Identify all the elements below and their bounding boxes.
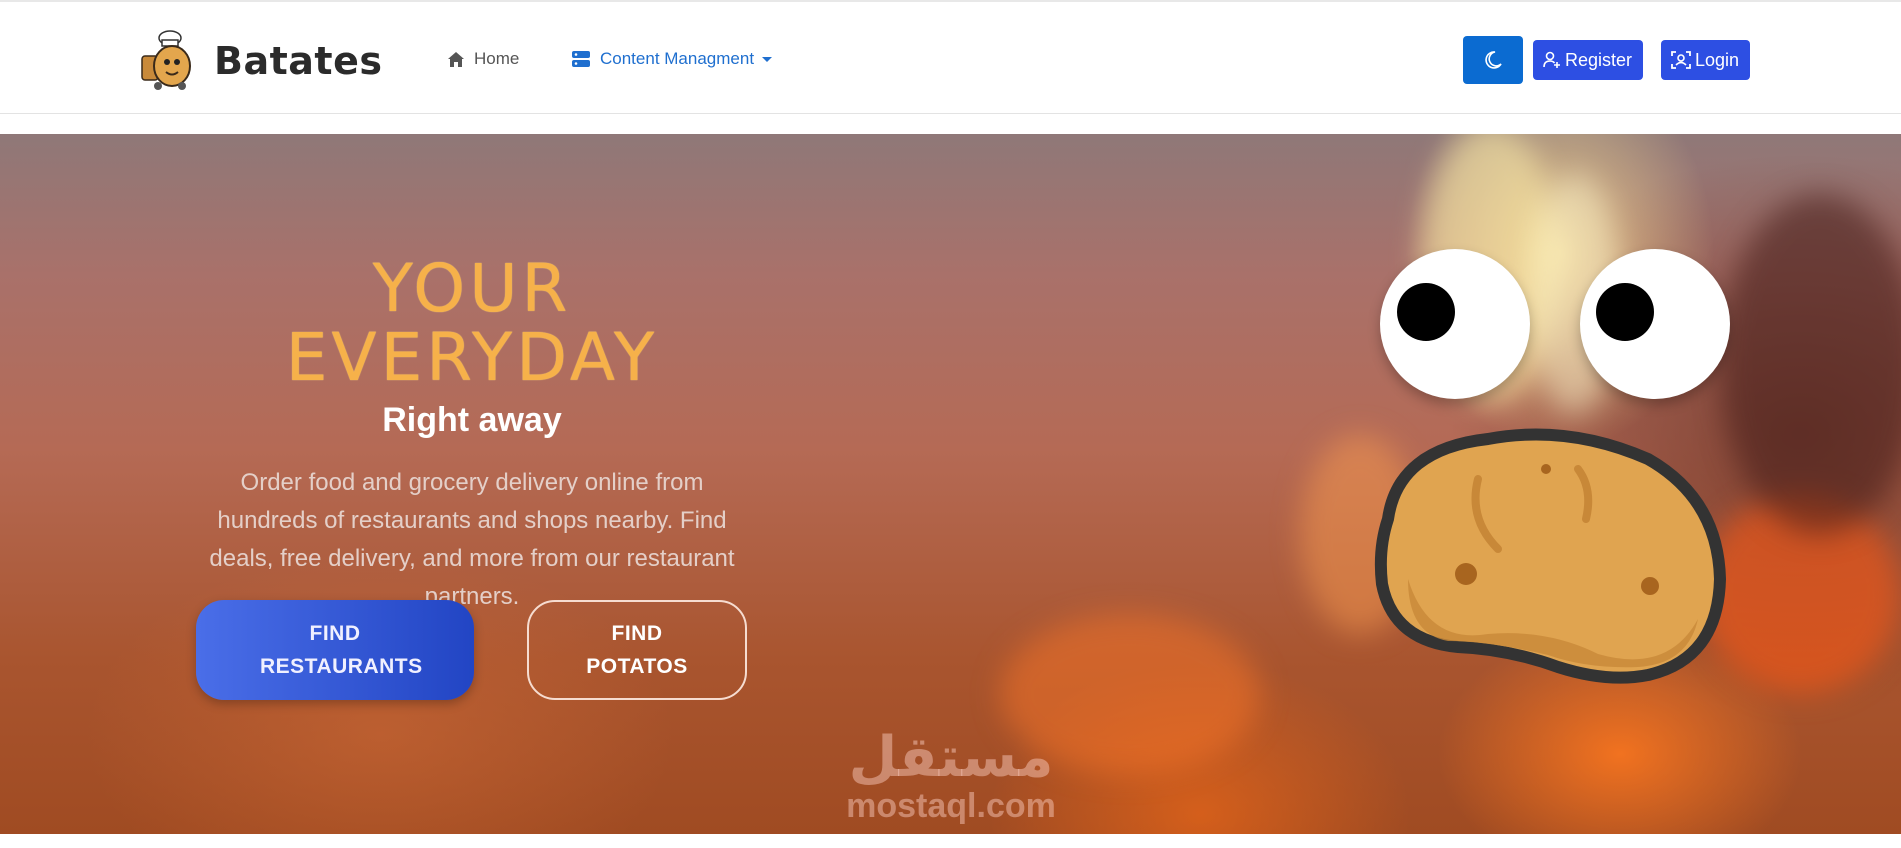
register-label: Register <box>1565 49 1633 70</box>
find-restaurants-button[interactable]: FIND RESTAURANTS <box>196 600 474 700</box>
user-scan-icon <box>1671 51 1691 69</box>
watermark-arabic: مستقل <box>848 725 1054 790</box>
nav-home-label: Home <box>474 49 520 68</box>
login-label: Login <box>1695 49 1740 70</box>
find-restaurants-label: FIND RESTAURANTS <box>260 622 423 678</box>
page-bottom <box>0 834 1901 848</box>
nav-content-label: Content Managment <box>600 49 755 68</box>
brand[interactable]: Batates <box>140 30 382 92</box>
watermark: مستقل mostaql.com <box>838 725 1064 825</box>
server-icon <box>572 51 590 67</box>
watermark-latin: mostaql.com <box>846 787 1056 825</box>
hero-content: YOUR EVERYDAY Right away Order food and … <box>196 254 748 616</box>
mascot-right-pupil <box>1596 283 1654 341</box>
nav-content-management-dropdown[interactable]: Content Managment <box>572 47 773 71</box>
moon-icon <box>1485 51 1502 69</box>
hero-description: Order food and grocery delivery online f… <box>209 468 735 610</box>
find-potatos-button[interactable]: FIND POTATOS <box>527 600 747 700</box>
mascot-left-eye <box>1380 249 1530 399</box>
potato-mascot-icon <box>1374 428 1726 684</box>
navbar: Batates Home Content Managment Register <box>0 2 1901 114</box>
hero-title: YOUR EVERYDAY <box>285 250 659 397</box>
dark-log <box>1720 194 1901 534</box>
hero-subtitle: Right away <box>382 400 562 439</box>
home-icon <box>448 51 464 67</box>
mascot-left-pupil <box>1397 283 1455 341</box>
chevron-down-icon <box>762 56 773 62</box>
nav-home-link[interactable]: Home <box>448 47 519 71</box>
mascot-right-eye <box>1580 249 1730 399</box>
login-button[interactable]: Login <box>1661 40 1750 80</box>
theme-toggle-button[interactable] <box>1463 36 1523 84</box>
brand-name: Batates <box>214 39 383 83</box>
hero-section: YOUR EVERYDAY Right away Order food and … <box>0 134 1901 834</box>
find-potatos-label: FIND POTATOS <box>586 622 688 678</box>
register-button[interactable]: Register <box>1533 40 1643 80</box>
user-plus-icon <box>1543 51 1560 68</box>
brand-logo-icon <box>141 30 191 90</box>
